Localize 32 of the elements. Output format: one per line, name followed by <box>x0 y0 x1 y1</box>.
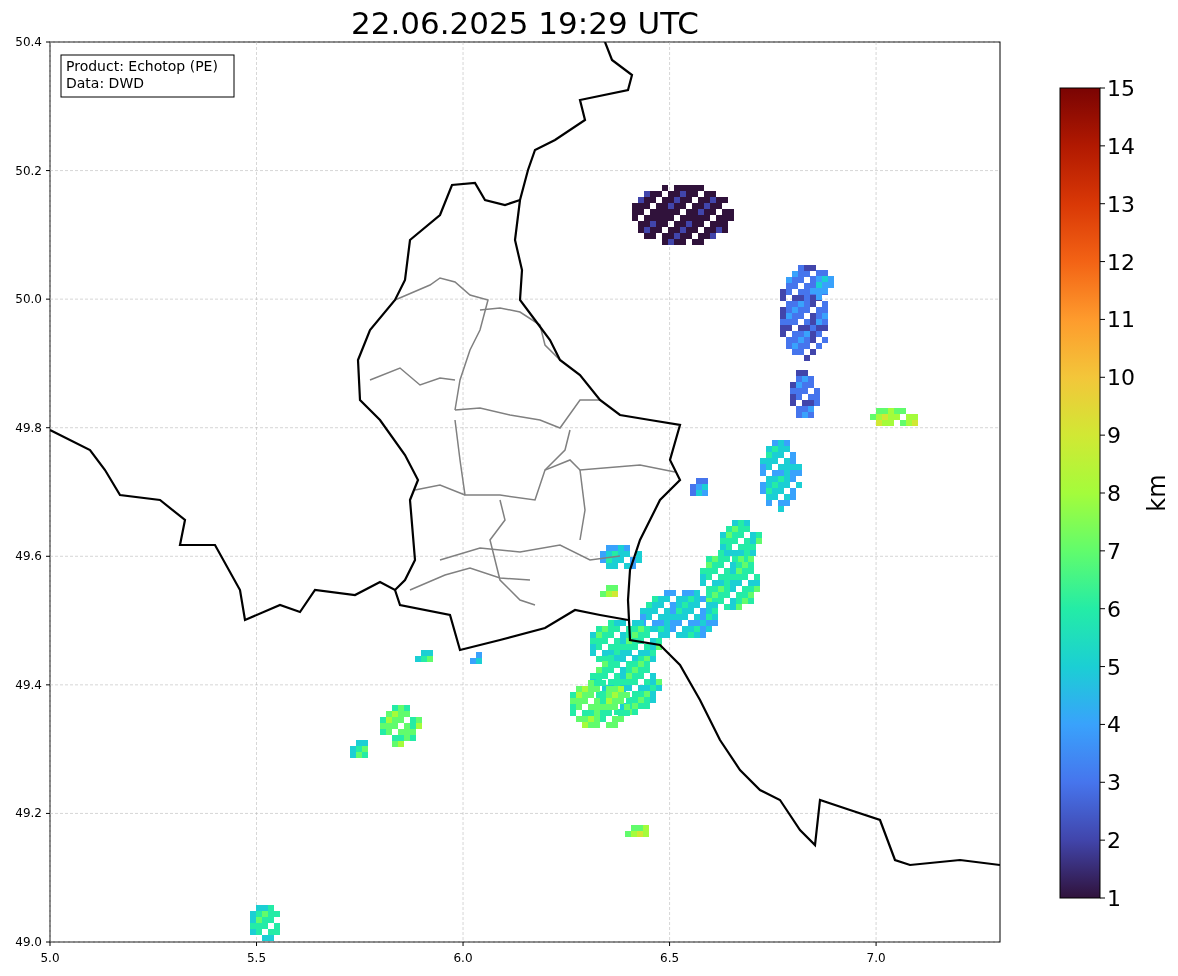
colorbar-tick-label: 6 <box>1107 596 1121 622</box>
colorbar-tick-label: 15 <box>1107 76 1135 101</box>
x-tick-label: 6.5 <box>660 951 680 965</box>
colorbar-tick-label: 1 <box>1107 886 1121 911</box>
x-tick-label: 5.0 <box>40 951 60 965</box>
colorbar-tick-label: 3 <box>1107 770 1121 796</box>
y-tick-label: 49.0 <box>15 935 42 949</box>
x-tick-label: 7.0 <box>866 951 886 965</box>
y-tick-label: 49.8 <box>15 420 42 435</box>
colorbar-tick-label: 2 <box>1107 828 1121 854</box>
y-tick-label: 50.4 <box>15 35 42 49</box>
colorbar-tick-label: 14 <box>1107 133 1135 159</box>
info-text: Data: DWD <box>66 75 144 91</box>
colorbar-tick-label: 13 <box>1107 191 1135 217</box>
x-tick-label: 5.5 <box>246 951 267 965</box>
x-tick-label: 6.0 <box>453 951 473 965</box>
colorbar-tick-label: 7 <box>1107 538 1121 564</box>
info-text: Product: Echotop (PE) <box>66 58 218 74</box>
y-tick-label: 50.0 <box>15 292 42 307</box>
colorbar-label: km <box>1143 474 1171 512</box>
y-tick-label: 49.4 <box>15 677 42 692</box>
y-tick-label: 49.6 <box>15 549 42 564</box>
colorbar-tick-label: 5 <box>1107 654 1121 680</box>
colorbar-tick-label: 9 <box>1107 423 1121 449</box>
colorbar-tick-label: 10 <box>1107 365 1135 391</box>
y-tick-label: 49.2 <box>15 806 42 821</box>
colorbar-tick-label: 12 <box>1107 249 1135 275</box>
colorbar-tick-label: 11 <box>1107 307 1135 333</box>
chart-title: 22.06.2025 19:29 UTC <box>351 5 699 41</box>
colorbar-tick-label: 4 <box>1107 712 1121 738</box>
y-tick-label: 50.2 <box>15 163 42 178</box>
colorbar-tick-label: 8 <box>1107 481 1121 506</box>
